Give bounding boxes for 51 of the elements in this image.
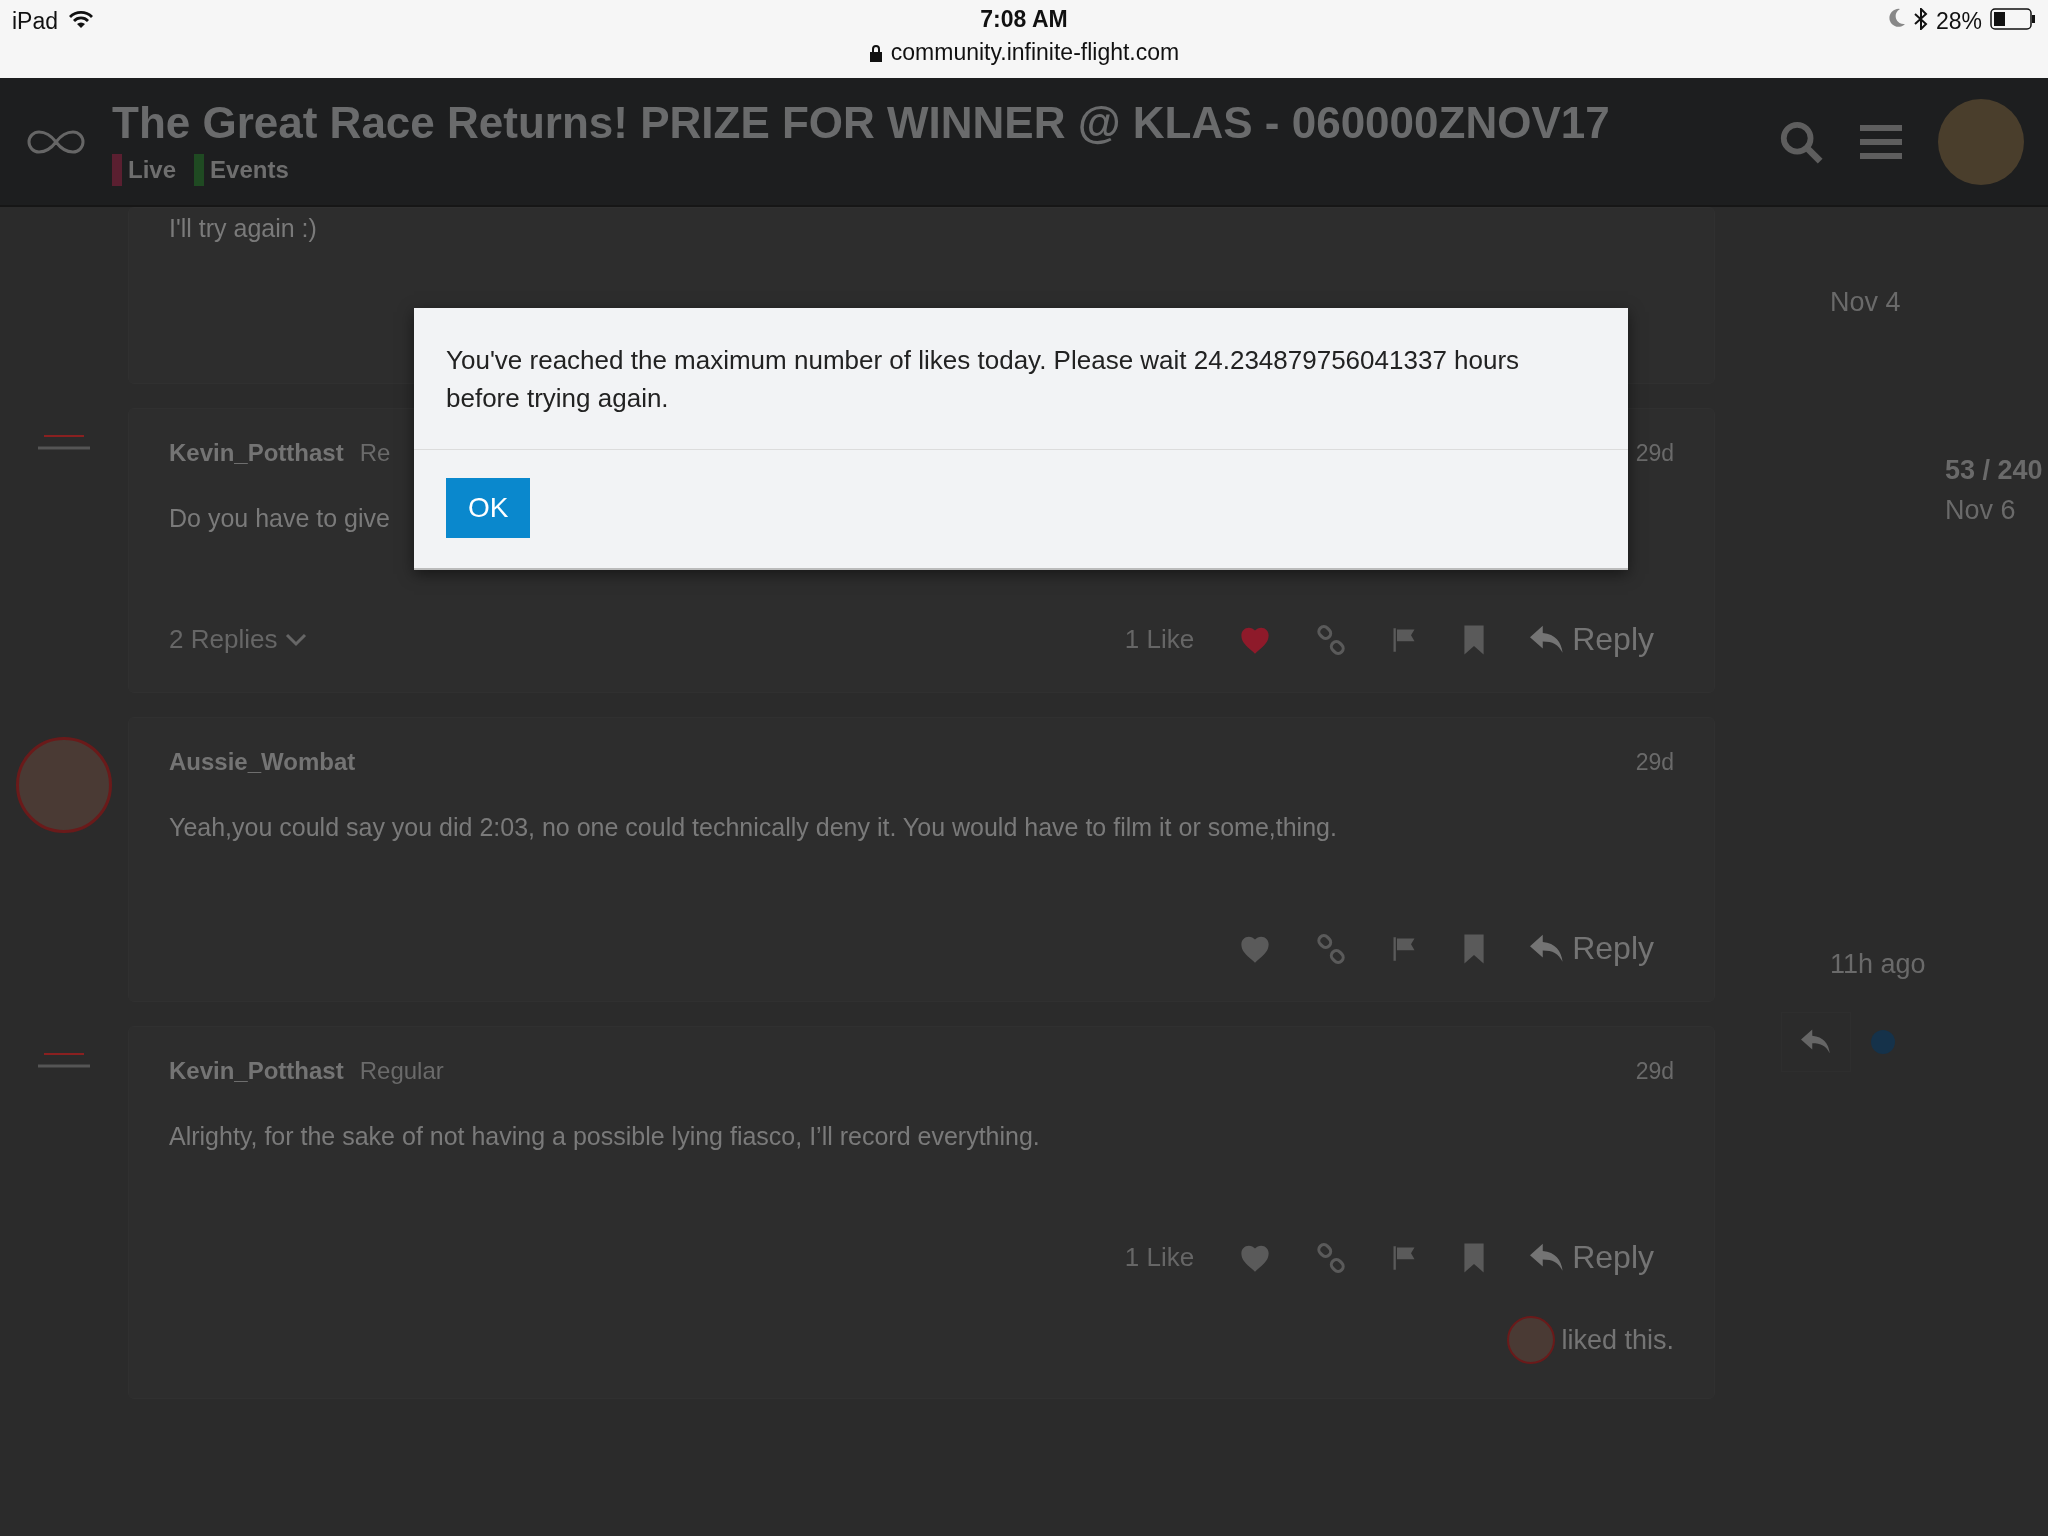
post-text: Do you have to give [169, 503, 390, 533]
battery-percentage: 28% [1935, 8, 1982, 35]
wifi-icon [68, 8, 95, 28]
url-text[interactable]: community.infinite-flight.com [890, 39, 1180, 66]
reply-arrow-icon [1530, 1242, 1565, 1273]
device-name: iPad [12, 8, 59, 35]
reply-arrow-icon [1530, 933, 1565, 964]
ok-button[interactable]: OK [446, 478, 531, 539]
bookmark-icon[interactable] [1462, 1242, 1487, 1273]
reply-button[interactable]: Reply [1530, 621, 1674, 658]
timeline-position: 53 / 240 [1945, 455, 2043, 486]
menu-icon[interactable] [1860, 123, 1902, 160]
post-date[interactable]: 29d [1635, 440, 1674, 467]
reply-arrow-icon [1801, 1029, 1831, 1055]
post-text: Alrighty, for the sake of not having a possible lying fiasco, I’ll record everything. [169, 1121, 1040, 1151]
reply-button[interactable]: Reply [1530, 1239, 1674, 1276]
liked-by-text: liked this. [1561, 1324, 1674, 1356]
avatar-photo-placeholder[interactable] [1507, 1316, 1556, 1364]
like-count[interactable]: 1 Like [1124, 624, 1195, 655]
link-icon[interactable] [1316, 1242, 1347, 1273]
lock-icon [868, 43, 883, 62]
category-link[interactable]: Live [112, 153, 177, 186]
user-title: Re [359, 439, 391, 467]
timeline-end-date[interactable]: 11h ago [1830, 949, 1926, 980]
post-text: I'll try again :) [169, 214, 317, 243]
chevron-icon [285, 632, 308, 647]
link-icon[interactable] [1316, 933, 1347, 964]
moon-icon [1887, 8, 1906, 28]
user-title: Regular [359, 1057, 444, 1085]
username[interactable]: Kevin_Potthast [169, 439, 344, 467]
topic-title: The Great Race Returns! PRIZE FOR WINNER @ KLAS - 060000ZNOV17 [112, 97, 1611, 148]
replies-toggle[interactable]: 2 Replies [169, 624, 308, 655]
post-date[interactable]: 29d [1635, 749, 1674, 776]
post-text: Yeah,you could say you did 2:03, no one could technically deny it. You would have to film it or some,thing. [169, 812, 1337, 842]
username[interactable]: Aussie_Wombat [169, 748, 356, 776]
post-date[interactable]: 29d [1635, 1058, 1674, 1085]
category-link[interactable]: Events [194, 153, 289, 186]
timeline-start-date[interactable]: Nov 4 [1830, 287, 1901, 318]
like-count[interactable]: 1 Like [1124, 1242, 1195, 1273]
link-icon[interactable] [1316, 624, 1347, 655]
reply-button[interactable]: Reply [1530, 930, 1674, 967]
timeline-position-date: Nov 6 [1945, 495, 2016, 526]
notification-dot [1871, 1030, 1895, 1054]
bookmark-icon[interactable] [1462, 624, 1487, 655]
battery-icon [1990, 8, 2036, 30]
username[interactable]: Kevin_Potthast [169, 1057, 344, 1085]
clock-time: 7:08 AM [980, 6, 1068, 33]
reply-arrow-icon [1530, 624, 1565, 655]
dialog-message: You've reached the maximum number of likes today. Please wait 24.234879756041337 hours before trying again. [414, 308, 1628, 451]
bookmark-icon[interactable] [1462, 933, 1487, 964]
bluetooth-icon [1913, 8, 1928, 30]
